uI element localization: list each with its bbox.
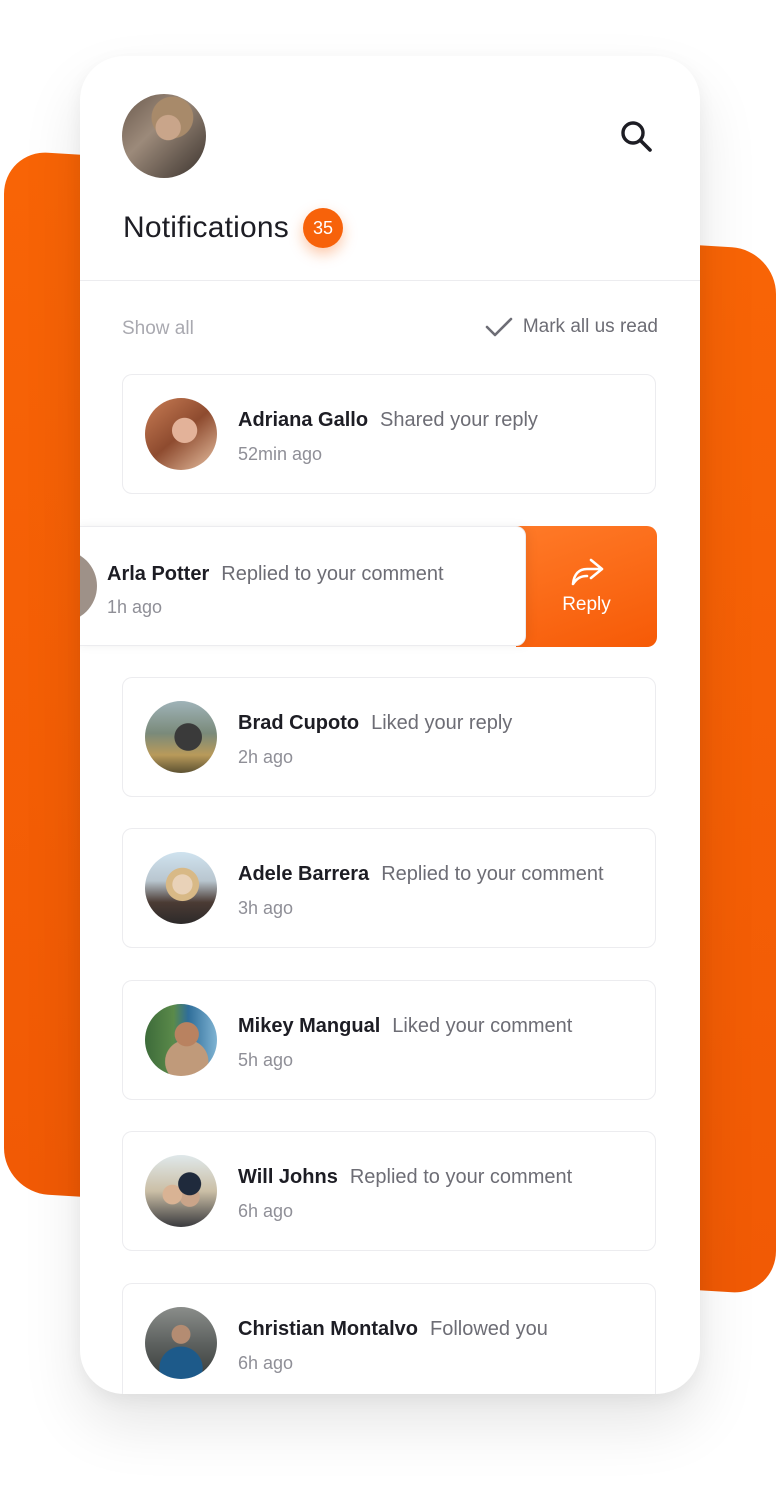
sender-name: Christian Montalvo [238, 1318, 419, 1340]
notification-card-swiped[interactable]: Arla Potter Replied to your comment 1h ag… [80, 526, 526, 646]
notification-card[interactable]: Will Johns Replied to your comment 6h ago [122, 1131, 656, 1251]
sender-name: Arla Potter [107, 563, 210, 585]
avatar [145, 1004, 217, 1076]
notification-action: Liked your comment [392, 1015, 573, 1037]
avatar [145, 701, 217, 773]
avatar [80, 550, 97, 622]
checkmark-icon [485, 317, 513, 337]
mark-all-read-label: Mark all us read [522, 316, 658, 337]
notification-action: Replied to your comment [221, 563, 444, 585]
search-icon[interactable] [618, 118, 654, 154]
divider [80, 280, 700, 281]
mark-all-read-button[interactable]: Mark all us read [485, 316, 658, 338]
sender-name: Adele Barrera [238, 863, 370, 885]
notification-time: 1h ago [107, 597, 163, 617]
notification-time: 6h ago [238, 1201, 294, 1221]
notification-count-badge: 35 [303, 208, 344, 248]
sender-name: Brad Cupoto [238, 712, 360, 734]
notification-action: Followed you [430, 1318, 548, 1340]
reply-button-label: Reply [562, 593, 611, 615]
page-title: Notifications [123, 211, 290, 244]
notification-time: 3h ago [238, 898, 294, 918]
notification-action: Liked your reply [371, 712, 513, 734]
share-arrow-icon [571, 558, 603, 585]
notification-card[interactable]: Adriana Gallo Shared your reply 52min ago [122, 374, 656, 494]
reply-button[interactable]: Reply [516, 526, 657, 647]
sender-name: Mikey Mangual [238, 1015, 381, 1037]
avatar [145, 1307, 217, 1379]
notification-action: Shared your reply [380, 409, 538, 431]
title-row: Notifications 35 [123, 208, 344, 248]
notification-card[interactable]: Adele Barrera Replied to your comment 3h … [122, 828, 656, 948]
avatar [145, 852, 217, 924]
show-all-filter[interactable]: Show all [122, 318, 194, 340]
avatar [145, 398, 217, 470]
notification-action: Replied to your comment [381, 863, 604, 885]
notification-time: 5h ago [238, 1050, 294, 1070]
avatar [145, 1155, 217, 1227]
phone-screen: Notifications 35 Show all Mark all us re… [80, 56, 700, 1394]
notification-card[interactable]: Brad Cupoto Liked your reply 2h ago [122, 677, 656, 797]
notification-card[interactable]: Mikey Mangual Liked your comment 5h ago [122, 980, 656, 1100]
sender-name: Adriana Gallo [238, 409, 369, 431]
notification-time: 52min ago [238, 444, 323, 464]
sender-name: Will Johns [238, 1166, 338, 1188]
notification-time: 6h ago [238, 1353, 294, 1373]
notification-card[interactable]: Christian Montalvo Followed you 6h ago [122, 1283, 656, 1394]
notification-action: Replied to your comment [349, 1166, 573, 1188]
user-avatar[interactable] [122, 94, 206, 178]
notification-time: 2h ago [238, 747, 294, 767]
